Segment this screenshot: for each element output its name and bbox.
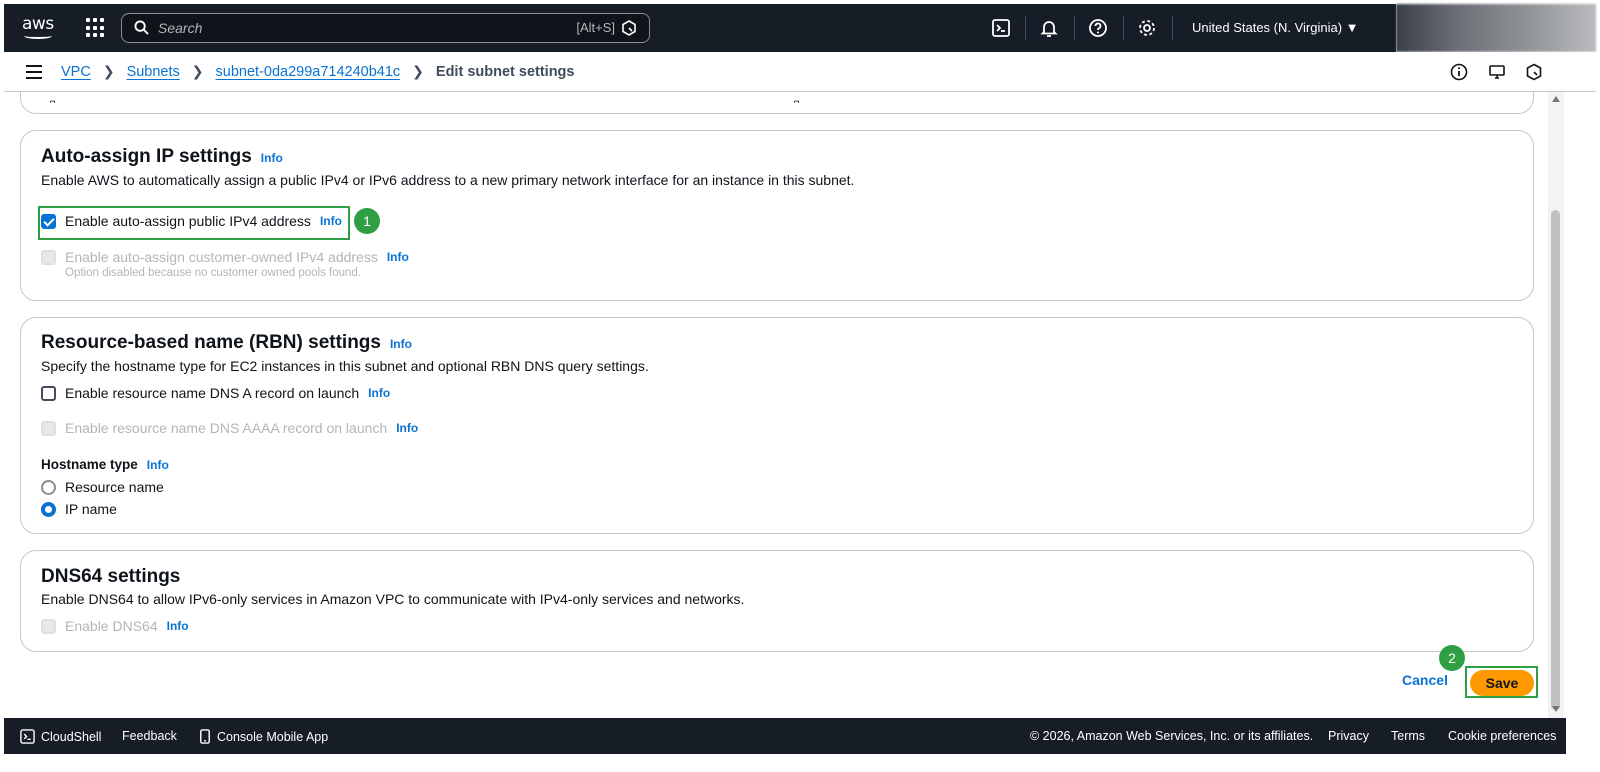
radio-button-selected[interactable] xyxy=(41,501,56,517)
nav-divider xyxy=(1123,16,1124,40)
disabled-note: Option disabled because no customer owne… xyxy=(65,267,362,279)
step-badge: 2 xyxy=(1439,645,1465,671)
section-title-text: Resource-based name (RBN) settings xyxy=(41,332,381,353)
customer-owned-ipv4-checkbox xyxy=(41,249,56,265)
search-placeholder: Search xyxy=(158,20,203,36)
info-link[interactable]: Info xyxy=(261,151,283,165)
customer-owned-ipv4-option: Enable auto-assign customer-owned IPv4 a… xyxy=(41,249,409,265)
section-title: DNS64 settings xyxy=(41,566,181,587)
clipped-text: ▯ ▬▬▬▬▬▬▬▬▬▬▬▬▬▬▬▬▬ xyxy=(793,97,1083,103)
info-link[interactable]: Info xyxy=(387,250,409,264)
aws-logo-text: aws xyxy=(22,14,54,34)
top-navigation: aws Search [Alt+S] United States (N. Vir… xyxy=(4,4,1396,52)
section-title-text: Auto-assign IP settings xyxy=(41,146,252,167)
info-link[interactable]: Info xyxy=(390,337,412,351)
step-highlight-box xyxy=(38,206,350,240)
section-title: Auto-assign IP settings Info xyxy=(41,146,283,168)
help-icon[interactable] xyxy=(1088,18,1108,38)
chevron-right-icon: ❯ xyxy=(191,63,204,79)
previous-section-card: ▯ ▬▬▬▬▬▬▬▬▬▬▬▬ ▯ ▬▬▬▬▬▬▬▬▬▬▬▬▬▬▬▬▬ xyxy=(20,92,1534,114)
checkbox-label: Enable resource name DNS AAAA record on … xyxy=(65,420,388,436)
dns-a-record-option[interactable]: Enable resource name DNS A record on lau… xyxy=(41,385,390,401)
radio-label: Resource name xyxy=(65,479,164,495)
section-title: Resource-based name (RBN) settings Info xyxy=(41,332,412,354)
settings-gear-icon[interactable] xyxy=(1137,18,1157,38)
nav-divider xyxy=(1172,16,1173,40)
region-selector[interactable]: United States (N. Virginia) ▼ xyxy=(1192,20,1359,35)
vertical-scrollbar[interactable] xyxy=(1548,92,1564,718)
footer-feedback-label: Feedback xyxy=(122,729,177,743)
dns64-settings-card: DNS64 settings Enable DNS64 to allow IPv… xyxy=(20,550,1534,652)
step-highlight-box xyxy=(1465,666,1538,698)
info-link[interactable]: Info xyxy=(396,421,418,435)
breadcrumb-subnets[interactable]: Subnets xyxy=(127,64,180,80)
footer-cloudshell[interactable]: CloudShell xyxy=(20,729,101,744)
breadcrumb-bar: VPC ❯ Subnets ❯ subnet-0da299a714240b41c… xyxy=(4,52,1596,92)
footer-feedback[interactable]: Feedback xyxy=(122,729,177,743)
radio-ip-name[interactable]: IP name xyxy=(41,501,117,517)
amazon-q-icon[interactable] xyxy=(621,20,637,36)
amazon-q-icon[interactable] xyxy=(1525,63,1543,81)
auto-assign-ip-card: Auto-assign IP settings Info Enable AWS t… xyxy=(20,130,1534,301)
notifications-bell-icon[interactable] xyxy=(1039,18,1059,38)
footer-cookie-preferences-link[interactable]: Cookie preferences xyxy=(1448,729,1556,743)
enable-dns64-checkbox xyxy=(41,618,56,634)
section-description: Specify the hostname type for EC2 instan… xyxy=(41,358,649,374)
scrollbar-thumb[interactable] xyxy=(1551,210,1560,710)
enable-dns64-option: Enable DNS64 Info xyxy=(41,618,189,634)
dns-aaaa-record-checkbox xyxy=(41,420,56,436)
nav-divider xyxy=(1074,16,1075,40)
scroll-down-arrow-icon[interactable] xyxy=(1552,706,1560,712)
footer-cloudshell-label: CloudShell xyxy=(41,729,102,744)
cancel-button[interactable]: Cancel xyxy=(1402,672,1448,688)
breadcrumb: VPC ❯ Subnets ❯ subnet-0da299a714240b41c… xyxy=(61,63,574,80)
cloudshell-icon xyxy=(20,729,35,744)
breadcrumb-current: Edit subnet settings xyxy=(435,63,575,80)
section-description: Enable DNS64 to allow IPv6-only services… xyxy=(41,591,745,607)
aws-logo[interactable]: aws xyxy=(22,14,56,42)
footer-mobile-app[interactable]: Console Mobile App xyxy=(199,729,328,744)
chevron-right-icon: ❯ xyxy=(412,63,424,79)
search-icon xyxy=(134,20,149,35)
info-circle-icon[interactable] xyxy=(1450,63,1468,81)
info-link[interactable]: Info xyxy=(368,386,390,400)
rbn-settings-card: Resource-based name (RBN) settings Info S… xyxy=(20,317,1534,534)
radio-resource-name[interactable]: Resource name xyxy=(41,479,164,495)
dns-a-record-checkbox[interactable] xyxy=(41,385,56,401)
breadcrumb-subnet-id[interactable]: subnet-0da299a714240b41c xyxy=(216,64,401,80)
checkbox-label: Enable resource name DNS A record on lau… xyxy=(65,385,360,401)
breadcrumb-vpc[interactable]: VPC xyxy=(61,64,91,80)
feedback-monitor-icon[interactable] xyxy=(1488,63,1506,81)
footer: CloudShell Feedback Console Mobile App ©… xyxy=(4,718,1566,754)
menu-hamburger-icon[interactable] xyxy=(26,65,42,79)
dns-aaaa-record-option: Enable resource name DNS AAAA record on … xyxy=(41,420,418,436)
clipped-text: ▯ ▬▬▬▬▬▬▬▬▬▬▬▬ xyxy=(49,97,249,103)
info-link[interactable]: Info xyxy=(167,619,189,633)
footer-terms-link[interactable]: Terms xyxy=(1391,729,1425,743)
account-menu-blurred[interactable] xyxy=(1396,4,1596,52)
footer-mobile-app-label: Console Mobile App xyxy=(217,729,329,744)
services-grid-icon[interactable] xyxy=(86,18,106,38)
radio-label: IP name xyxy=(65,501,117,517)
search-shortcut: [Alt+S] xyxy=(576,20,615,35)
checkbox-label: Enable auto-assign customer-owned IPv4 a… xyxy=(65,249,378,265)
field-label-text: Hostname type xyxy=(41,457,138,472)
chevron-right-icon: ❯ xyxy=(102,63,115,79)
radio-button[interactable] xyxy=(41,479,56,495)
section-description: Enable AWS to automatically assign a pub… xyxy=(41,172,855,188)
footer-privacy-link[interactable]: Privacy xyxy=(1328,729,1369,743)
main-content: ▯ ▬▬▬▬▬▬▬▬▬▬▬▬ ▯ ▬▬▬▬▬▬▬▬▬▬▬▬▬▬▬▬▬ Auto-… xyxy=(4,92,1564,718)
nav-divider xyxy=(1025,16,1026,40)
checkbox-label: Enable DNS64 xyxy=(65,618,158,634)
footer-copyright: © 2026, Amazon Web Services, Inc. or its… xyxy=(1030,729,1314,743)
search-input[interactable]: Search [Alt+S] xyxy=(121,13,650,43)
mobile-phone-icon xyxy=(200,729,210,744)
hostname-type-label: Hostname type Info xyxy=(41,457,169,472)
aws-smile-icon xyxy=(24,33,52,39)
cloudshell-icon[interactable] xyxy=(991,18,1011,38)
step-badge: 1 xyxy=(354,208,380,234)
scroll-up-arrow-icon[interactable] xyxy=(1552,96,1560,102)
info-link[interactable]: Info xyxy=(147,458,169,472)
